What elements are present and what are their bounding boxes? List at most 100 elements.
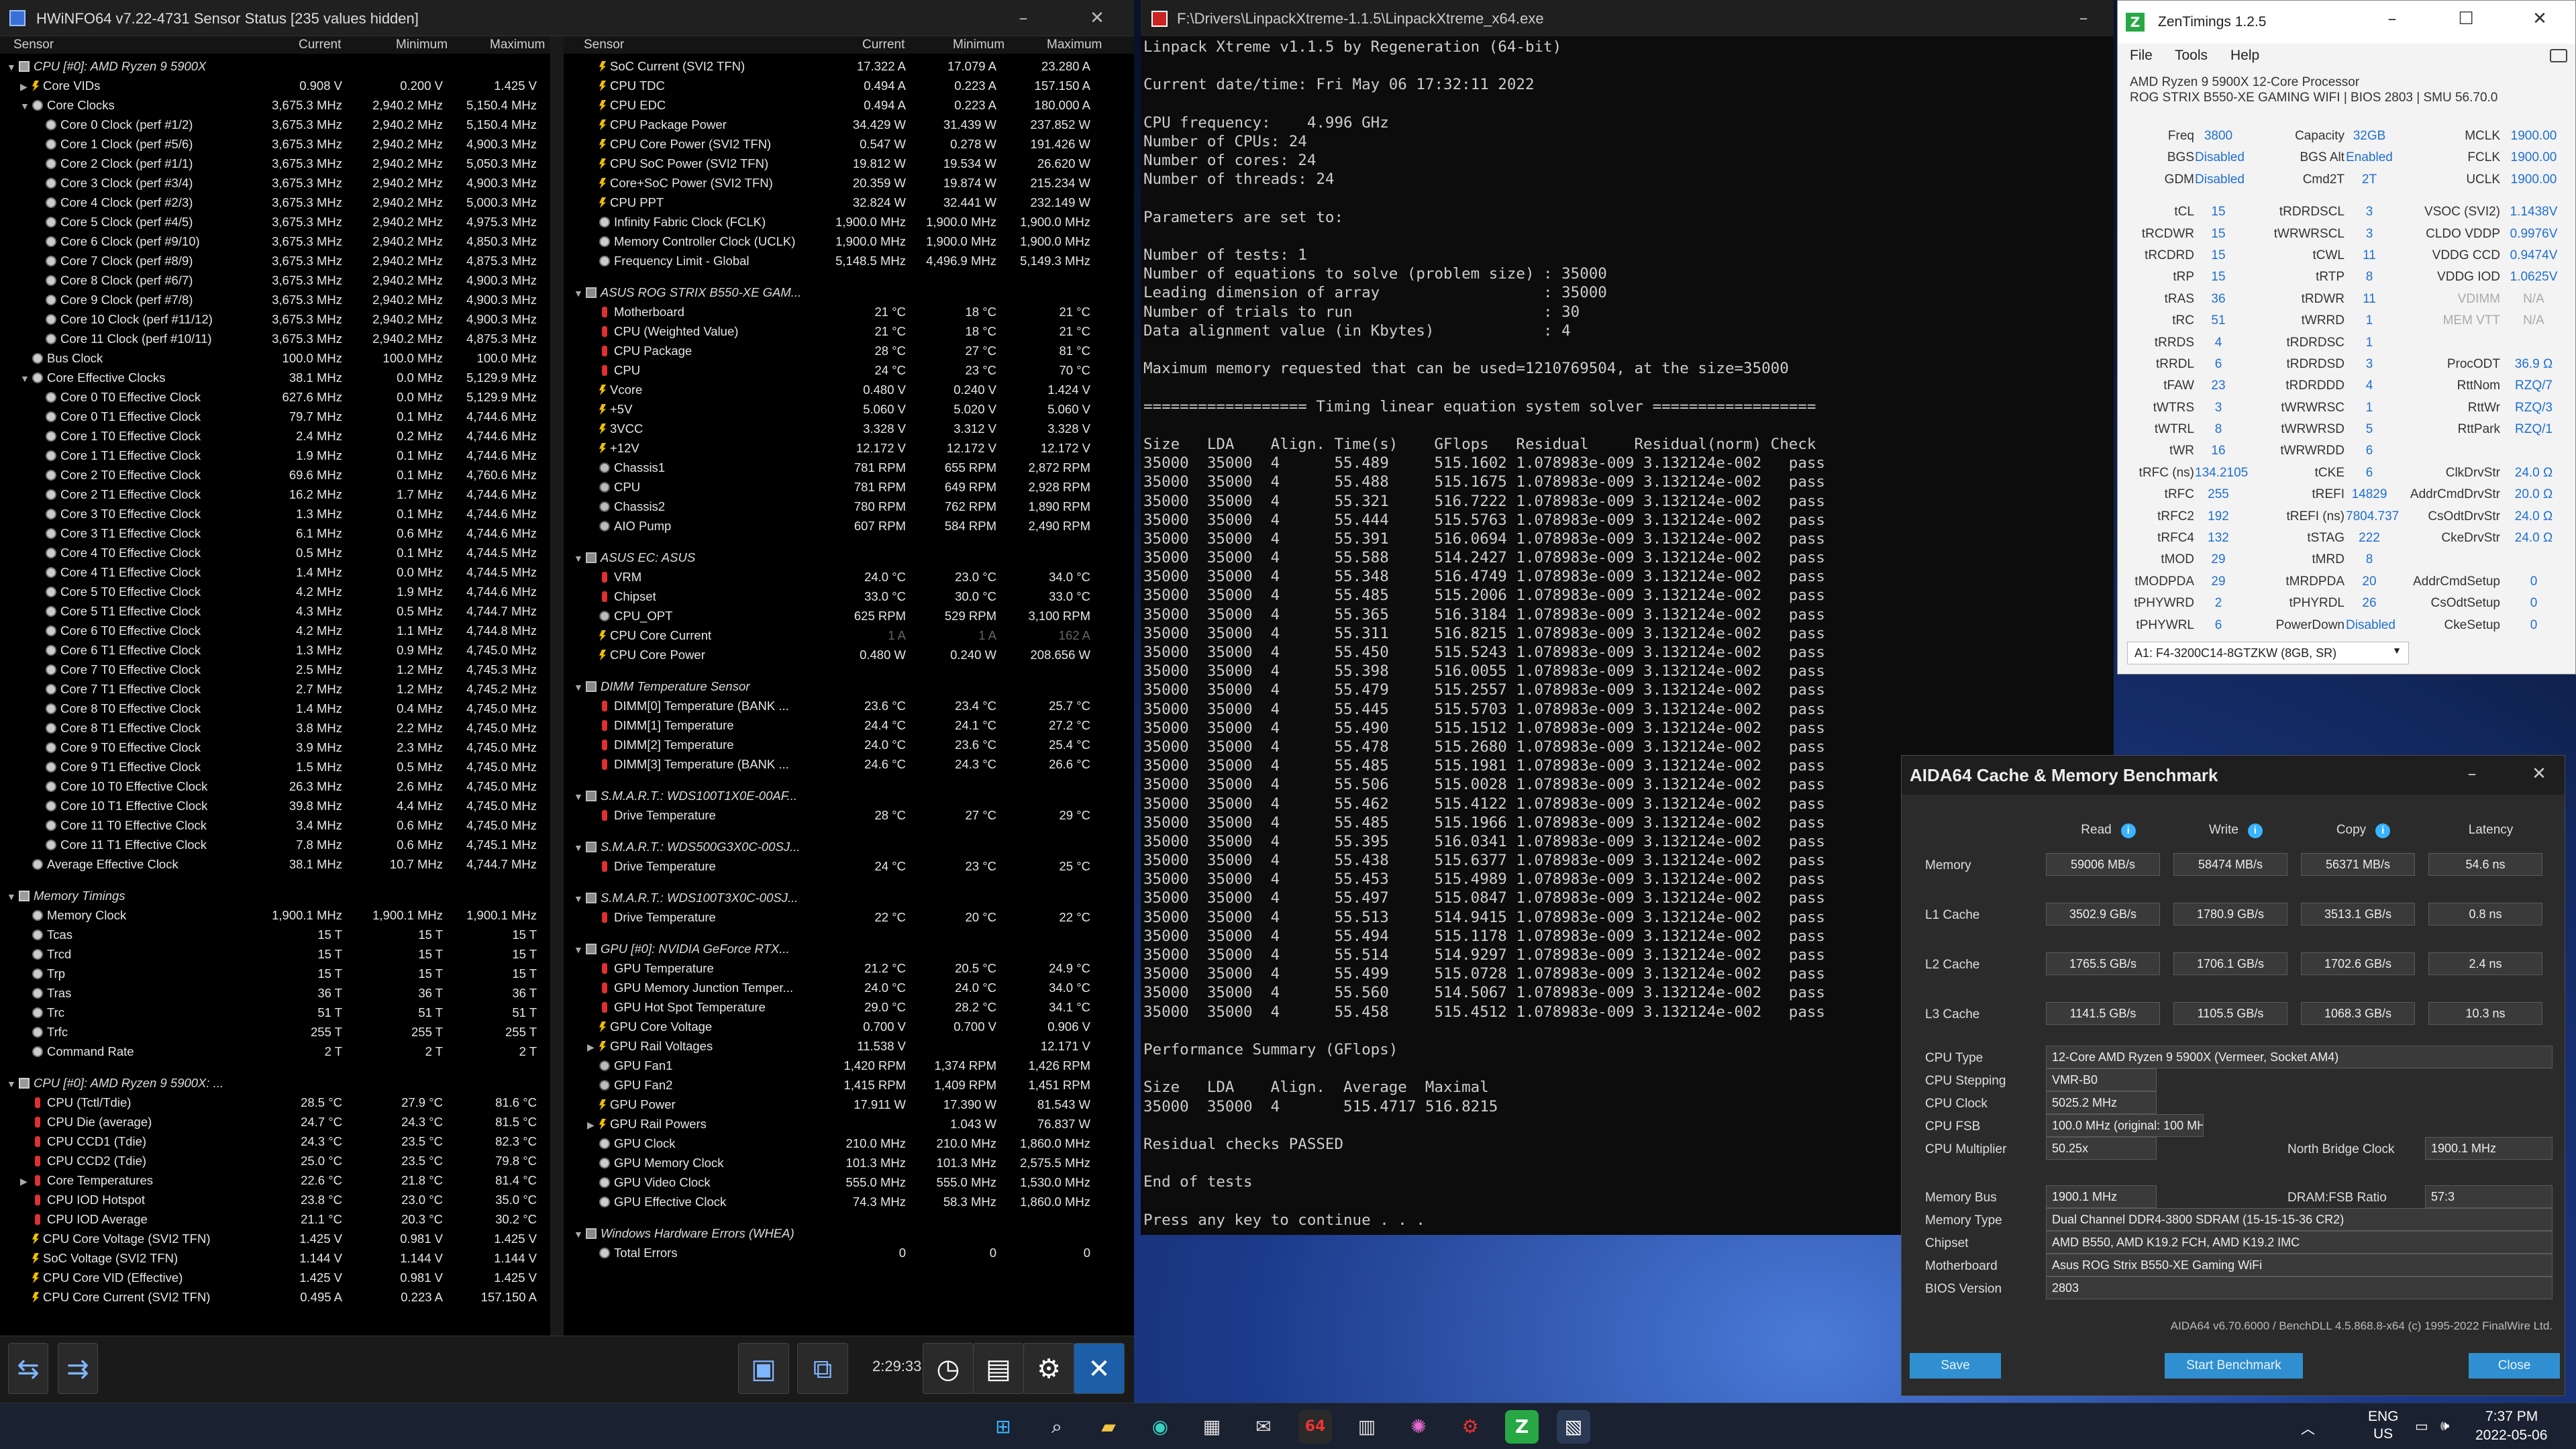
sensor-row[interactable]: Core 7 Clock (perf #8/9) 3,675.3 MHz 2,940… xyxy=(0,251,550,270)
sensor-row[interactable]: Tcas 15 T 15 T 15 T xyxy=(0,925,550,944)
sensor-group-header[interactable]: ▼ DIMM Temperature Sensor xyxy=(567,677,1117,696)
tray-overflow-chevron-icon[interactable]: ︿ xyxy=(2301,1418,2315,1438)
sensor-row[interactable]: Trcd 15 T 15 T 15 T xyxy=(0,944,550,964)
sensor-group-header[interactable]: ▼ ASUS EC: ASUS xyxy=(567,548,1117,567)
sensor-row[interactable]: Core 3 Clock (perf #3/4) 3,675.3 MHz 2,940… xyxy=(0,173,550,193)
sensor-row[interactable]: SoC Voltage (SVI2 TFN) 1.144 V 1.144 V 1.14… xyxy=(0,1248,550,1268)
clock-time[interactable]: 7:37 PM xyxy=(2485,1409,2538,1425)
sensor-row[interactable]: DIMM[3] Temperature (BANK ... 24.6 °C 24.3… xyxy=(567,754,1117,774)
sensor-row[interactable]: CPU CCD2 (Tdie) 25.0 °C 23.5 °C 79.8 °C xyxy=(0,1151,550,1170)
sensor-row[interactable]: Chipset 33.0 °C 30.0 °C 33.0 °C xyxy=(567,587,1117,606)
sensor-row[interactable]: CPU Core Power 0.480 W 0.240 W 208.656 W xyxy=(567,645,1117,664)
sensor-row[interactable]: ▶ GPU Rail Voltages 11.538 V 12.171 V xyxy=(567,1036,1117,1056)
sensor-row[interactable]: Core 4 T1 Effective Clock 1.4 MHz 0.0 MHz 4… xyxy=(0,562,550,582)
sensor-row[interactable]: Core 5 T1 Effective Clock 4.3 MHz 0.5 MHz 4… xyxy=(0,601,550,621)
mail-icon[interactable]: ✉ xyxy=(1247,1410,1280,1444)
sensor-row[interactable]: Average Effective Clock 38.1 MHz 10.7 MHz 4… xyxy=(0,854,550,874)
sensor-row[interactable]: GPU Power 17.911 W 17.390 W 81.543 W xyxy=(567,1095,1117,1114)
aida64-titlebar[interactable]: AIDA64 Cache & Memory Benchmark – ✕ xyxy=(1902,756,2565,795)
sensor-row[interactable]: Chassis2 780 RPM 762 RPM 1,890 RPM xyxy=(567,497,1117,516)
menu-help[interactable]: Help xyxy=(2230,48,2259,64)
expand-arrow-icon[interactable]: ▶ xyxy=(587,1115,599,1135)
sensor-row[interactable]: GPU Memory Clock 101.3 MHz 101.3 MHz 2,575.… xyxy=(567,1153,1117,1172)
menu-file[interactable]: File xyxy=(2130,48,2153,64)
collapse-arrow-icon[interactable]: ▼ xyxy=(574,549,586,568)
sensor-row[interactable]: CPU (Weighted Value) 21 °C 18 °C 21 °C xyxy=(567,321,1117,341)
sensor-row[interactable]: CPU PPT 32.824 W 32.441 W 232.149 W xyxy=(567,193,1117,212)
sensor-row[interactable]: ▶ GPU Rail Powers 1.043 W 76.837 W xyxy=(567,1114,1117,1134)
clock-date[interactable]: 2022-05-06 xyxy=(2475,1428,2547,1444)
sensor-row[interactable]: CPU 781 RPM 649 RPM 2,928 RPM xyxy=(567,477,1117,497)
lang-eng[interactable]: ENG xyxy=(2368,1409,2399,1425)
dimm-select[interactable]: A1: F4-3200C14-8GTZKW (8GB, SR) ▼ xyxy=(2127,642,2409,664)
aida64-taskbar-icon[interactable]: ▧ xyxy=(1557,1410,1590,1444)
minimize-button[interactable]: – xyxy=(2355,1,2429,37)
sensor-row[interactable]: Core 10 Clock (perf #11/12) 3,675.3 MHz 2,… xyxy=(0,309,550,329)
sensor-row[interactable]: Core 1 T1 Effective Clock 1.9 MHz 0.1 MHz 4… xyxy=(0,446,550,465)
sensor-row[interactable]: CPU Package Power 34.429 W 31.439 W 237.852… xyxy=(567,115,1117,134)
sensor-row[interactable]: CPU Package 28 °C 27 °C 81 °C xyxy=(567,341,1117,360)
sensor-row[interactable]: Core 9 T0 Effective Clock 3.9 MHz 2.3 MHz 4… xyxy=(0,738,550,757)
sensor-row[interactable]: Core 3 T1 Effective Clock 6.1 MHz 0.6 MHz 4… xyxy=(0,523,550,543)
sensor-row[interactable]: Core 5 T0 Effective Clock 4.2 MHz 1.9 MHz 4… xyxy=(0,582,550,601)
close-button[interactable]: ✕ xyxy=(2519,756,2559,792)
sensor-row[interactable]: GPU Clock 210.0 MHz 210.0 MHz 1,860.0 MHz xyxy=(567,1134,1117,1153)
sensor-row[interactable]: Memory Controller Clock (UCLK) 1,900.0 MH… xyxy=(567,232,1117,251)
file-explorer-icon[interactable]: ▰ xyxy=(1092,1410,1125,1444)
info-icon[interactable]: i xyxy=(2247,823,2263,838)
sensor-row[interactable]: Core 1 Clock (perf #5/6) 3,675.3 MHz 2,940… xyxy=(0,134,550,154)
collapse-arrow-icon[interactable]: ▼ xyxy=(574,838,586,858)
sensor-row[interactable]: DIMM[2] Temperature 24.0 °C 23.6 °C 25.4 °C xyxy=(567,735,1117,754)
collapse-arrow-icon[interactable]: ▼ xyxy=(574,787,586,807)
collapse-arrow-icon[interactable]: ▼ xyxy=(574,678,586,697)
sensor-row[interactable]: CPU Core Voltage (SVI2 TFN) 1.425 V 0.981 … xyxy=(0,1229,550,1248)
sensor-row[interactable]: DIMM[0] Temperature (BANK ... 23.6 °C 23.4… xyxy=(567,696,1117,715)
edge-browser-icon[interactable]: ◉ xyxy=(1143,1410,1177,1444)
start-windows-icon[interactable]: ⊞ xyxy=(986,1410,1020,1444)
sensor-row[interactable]: Core 11 T0 Effective Clock 3.4 MHz 0.6 MHz… xyxy=(0,815,550,835)
sensor-group-header[interactable]: ▼ CPU [#0]: AMD Ryzen 9 5900X: ... xyxy=(0,1073,550,1093)
collapse-arrow-icon[interactable]: ▼ xyxy=(574,1225,586,1244)
collapse-arrow-icon[interactable]: ▼ xyxy=(7,1075,19,1094)
sensor-row[interactable]: Trc 51 T 51 T 51 T xyxy=(0,1003,550,1022)
expand-arrow-icon[interactable]: ▶ xyxy=(20,77,32,97)
network-icon[interactable]: ▭ xyxy=(2415,1418,2428,1435)
sensor-row[interactable]: VRM 24.0 °C 23.0 °C 34.0 °C xyxy=(567,567,1117,587)
sensor-row[interactable]: Core 7 T1 Effective Clock 2.7 MHz 1.2 MHz 4… xyxy=(0,679,550,699)
sensor-row[interactable]: Trfc 255 T 255 T 255 T xyxy=(0,1022,550,1042)
network-icon[interactable]: ▣ xyxy=(738,1343,789,1394)
sensor-row[interactable]: GPU Video Clock 555.0 MHz 555.0 MHz 1,530.0… xyxy=(567,1172,1117,1192)
sensor-group-header[interactable]: ▼ Memory Timings xyxy=(0,886,550,905)
sensor-row[interactable]: Core 9 Clock (perf #7/8) 3,675.3 MHz 2,940… xyxy=(0,290,550,309)
sensor-group-header[interactable]: ▼ CPU [#0]: AMD Ryzen 9 5900X xyxy=(0,56,550,76)
sensor-row[interactable]: GPU Effective Clock 74.3 MHz 58.3 MHz 1,860… xyxy=(567,1192,1117,1211)
sensor-row[interactable]: Memory Clock 1,900.1 MHz 1,900.1 MHz 1,900.… xyxy=(0,905,550,925)
sensor-row[interactable]: CPU Core Current 1 A 1 A 162 A xyxy=(567,626,1117,645)
collapse-arrow-icon[interactable]: ▼ xyxy=(7,58,19,77)
sensor-row[interactable]: DIMM[1] Temperature 24.4 °C 24.1 °C 27.2 °C xyxy=(567,715,1117,735)
info-icon[interactable]: i xyxy=(2120,823,2136,838)
sensor-row[interactable]: Core 2 Clock (perf #1/1) 3,675.3 MHz 2,940… xyxy=(0,154,550,173)
sensor-row[interactable]: Core 2 T0 Effective Clock 69.6 MHz 0.1 MHz… xyxy=(0,465,550,485)
sensor-row[interactable]: Core 3 T0 Effective Clock 1.3 MHz 0.1 MHz 4… xyxy=(0,504,550,523)
nav-right-icon[interactable]: ⇉ xyxy=(58,1343,98,1394)
linpack-taskbar-icon[interactable]: ⚙ xyxy=(1453,1410,1487,1444)
minimize-button[interactable]: – xyxy=(2047,0,2114,36)
sensor-group-header[interactable]: ▼ GPU [#0]: NVIDIA GeForce RTX... xyxy=(567,939,1117,958)
sensor-row[interactable]: Drive Temperature 22 °C 20 °C 22 °C xyxy=(567,907,1117,927)
sensor-row[interactable]: Tras 36 T 36 T 36 T xyxy=(0,983,550,1003)
sensor-row[interactable]: Core 5 Clock (perf #4/5) 3,675.3 MHz 2,940… xyxy=(0,212,550,232)
sensor-row[interactable]: Trp 15 T 15 T 15 T xyxy=(0,964,550,983)
sensor-row[interactable]: CPU IOD Average 21.1 °C 20.3 °C 30.2 °C xyxy=(0,1209,550,1229)
sensor-row[interactable]: Core 8 T0 Effective Clock 1.4 MHz 0.4 MHz 4… xyxy=(0,699,550,718)
sensor-row[interactable]: Total Errors 0 0 0 xyxy=(567,1243,1117,1262)
collapse-arrow-icon[interactable]: ▼ xyxy=(20,369,32,389)
menu-tools[interactable]: Tools xyxy=(2175,48,2208,64)
sensor-row[interactable]: Core 11 T1 Effective Clock 7.8 MHz 0.6 MHz… xyxy=(0,835,550,854)
sensor-row[interactable]: GPU Memory Junction Temper... 24.0 °C 24.0… xyxy=(567,978,1117,997)
maximize-button[interactable]: ☐ xyxy=(2429,1,2503,37)
sensor-row[interactable]: CPU Core Power (SVI2 TFN) 0.547 W 0.278 W 1… xyxy=(567,134,1117,154)
sensor-group-header[interactable]: ▼ S.M.A.R.T.: WDS100T1X0E-00AF... xyxy=(567,786,1117,805)
sensor-row[interactable]: CPU (Tctl/Tdie) 28.5 °C 27.9 °C 81.6 °C xyxy=(0,1093,550,1112)
sensor-row[interactable]: Core 10 T0 Effective Clock 26.3 MHz 2.6 MH… xyxy=(0,777,550,796)
